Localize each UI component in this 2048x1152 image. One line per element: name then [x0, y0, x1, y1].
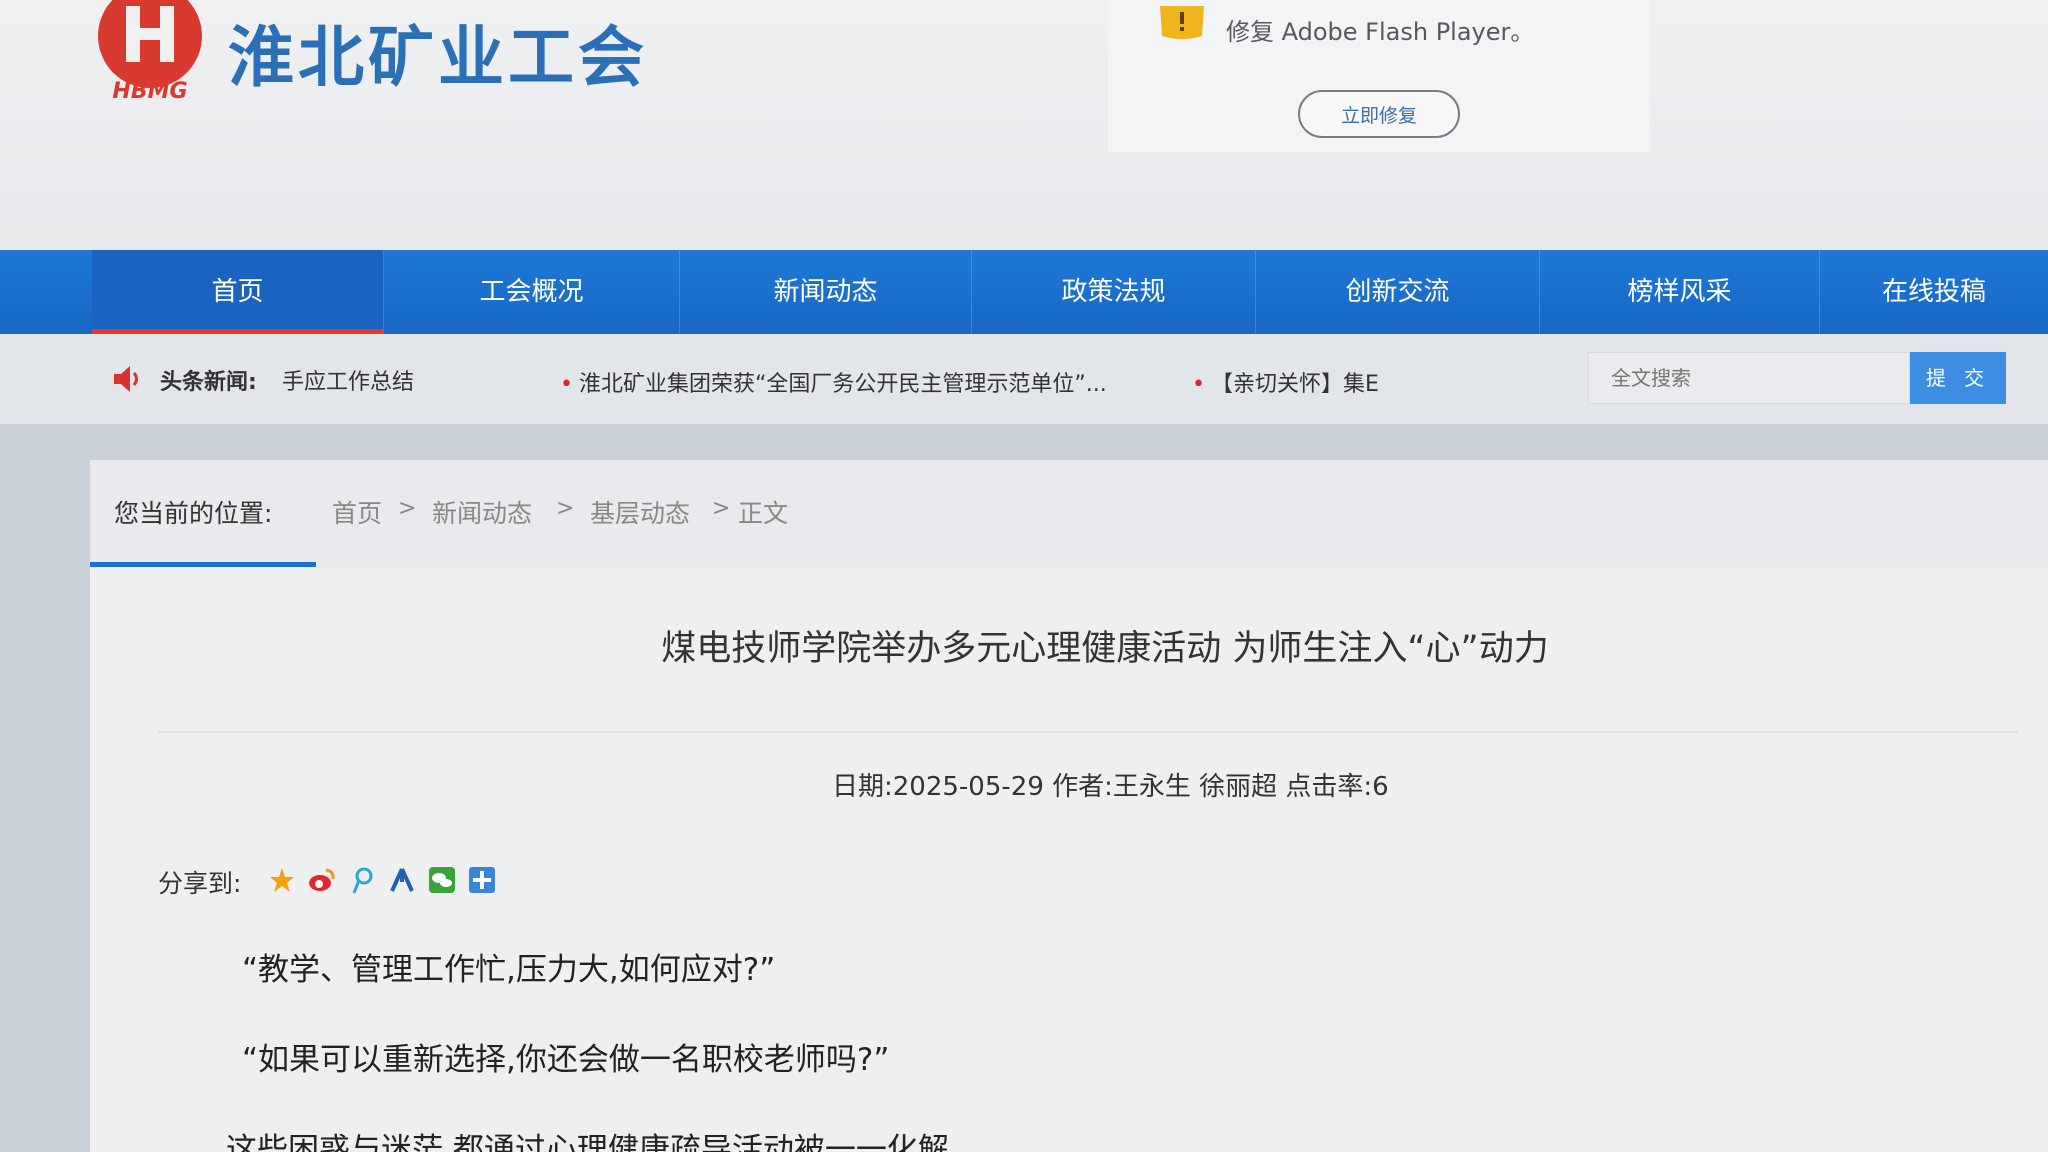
- logo-text: HBMG: [112, 79, 187, 102]
- page: HBMG 淮北矿业工会 修复 Adobe Flash Player。 立即修复 …: [0, 0, 2048, 1152]
- site-header: HBMG 淮北矿业工会 修复 Adobe Flash Player。 立即修复: [0, 0, 2048, 250]
- breadcrumb-label: 您当前的位置:: [114, 499, 273, 528]
- renren-icon[interactable]: [388, 866, 416, 894]
- nav-item-home[interactable]: 首页: [92, 250, 384, 334]
- article-paragraph: 这些困惑与迷茫,都通过心理健康疏导活动被一一化解。: [226, 1132, 980, 1152]
- headline-item[interactable]: • 淮北矿业集团荣获“全国厂务公开民主管理示范单位”...: [560, 366, 1107, 398]
- nav-item-news[interactable]: 新闻动态: [680, 250, 972, 334]
- breadcrumb-separator: >: [398, 496, 417, 521]
- search-submit-button[interactable]: 提 交: [1910, 352, 2006, 404]
- breadcrumb-home[interactable]: 首页: [332, 494, 382, 530]
- fix-flash-button[interactable]: 立即修复: [1298, 90, 1460, 138]
- flash-notice-text: 修复 Adobe Flash Player。: [1226, 18, 1535, 46]
- site-title: 淮北矿业工会: [228, 19, 648, 96]
- article-meta: 日期:2025-05-29 作者:王永生 徐丽超 点击率:6: [832, 772, 1389, 802]
- tencent-weibo-icon[interactable]: [348, 866, 376, 894]
- warning-icon: [1156, 6, 1208, 40]
- headline-label: 头条新闻:: [160, 370, 257, 395]
- flash-notice: 修复 Adobe Flash Player。 立即修复: [1108, 0, 1650, 152]
- speaker-icon: [112, 364, 144, 394]
- more-share-icon[interactable]: [468, 866, 496, 894]
- nav-item-submit-online[interactable]: 在线投稿: [1820, 250, 2048, 334]
- breadcrumb-separator: >: [712, 496, 731, 521]
- headline-item[interactable]: • 【亲切关怀】集E: [1192, 366, 1379, 398]
- nav-item-union-overview[interactable]: 工会概况: [384, 250, 680, 334]
- nav-item-policy[interactable]: 政策法规: [972, 250, 1256, 334]
- article-paragraph: “如果可以重新选择,你还会做一名职校老师吗?”: [242, 1042, 890, 1078]
- breadcrumb-current: 正文: [738, 499, 789, 528]
- search-input[interactable]: [1588, 352, 1910, 404]
- title-divider: [158, 731, 2018, 733]
- breadcrumb-separator: >: [556, 496, 575, 521]
- weibo-icon[interactable]: [308, 866, 336, 894]
- breadcrumb-grassroots[interactable]: 基层动态: [590, 494, 690, 530]
- favorite-icon[interactable]: [268, 866, 296, 894]
- breadcrumb-underline: [90, 562, 316, 567]
- breadcrumb: [90, 460, 2048, 568]
- nav-item-innovation[interactable]: 创新交流: [1256, 250, 1540, 334]
- site-logo[interactable]: HBMG: [96, 0, 204, 104]
- breadcrumb-news[interactable]: 新闻动态: [432, 494, 532, 530]
- headline-item-text: 【亲切关怀】集E: [1210, 372, 1379, 397]
- nav-item-role-models[interactable]: 榜样风采: [1540, 250, 1820, 334]
- wechat-icon[interactable]: [428, 866, 456, 894]
- headline-item-text: 淮北矿业集团荣获“全国厂务公开民主管理示范单位”...: [578, 372, 1107, 397]
- main-nav: 首页 工会概况 新闻动态 政策法规 创新交流 榜样风采 在线投稿: [0, 250, 2048, 334]
- article-paragraph: “教学、管理工作忙,压力大,如何应对?”: [242, 952, 776, 988]
- headline-item[interactable]: 手应工作总结: [282, 364, 414, 396]
- share-label: 分享到:: [158, 869, 242, 898]
- article-title: 煤电技师学院举办多元心理健康活动 为师生注入“心”动力: [661, 629, 1549, 669]
